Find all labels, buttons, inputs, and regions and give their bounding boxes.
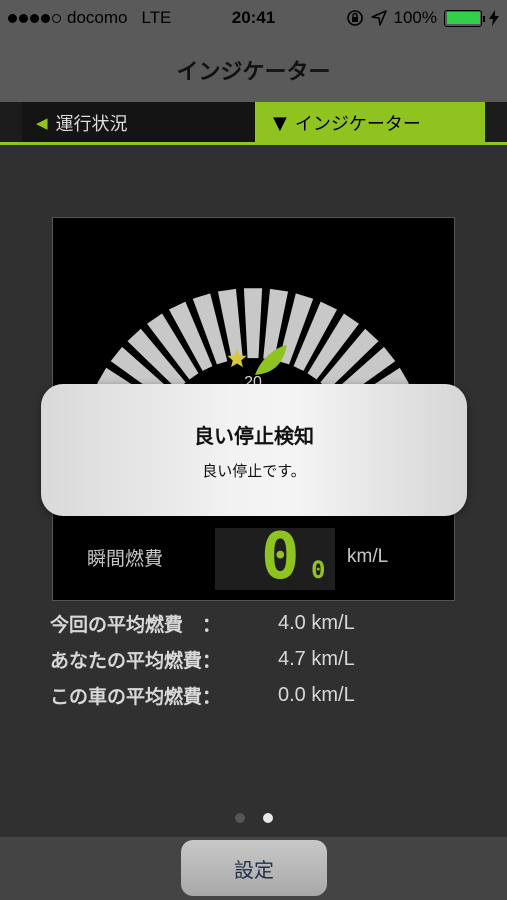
stat-label: 今回の平均燃費 ： [50,613,222,636]
down-arrow-icon: ▼ [273,112,287,134]
stat-row-trip: 今回の平均燃費 ： 4.0 km/L [50,605,470,641]
stat-row-vehicle: この車の平均燃費： 0.0 km/L [50,677,470,713]
instant-fuel-label: 瞬間燃費 [87,548,164,570]
alert-title: 良い停止検知 [194,424,314,448]
stat-value: 4.0 km/L [278,611,355,634]
page-title: インジケーター [176,60,331,85]
instant-fuel-decimal: 0 [311,556,326,584]
tab-bar: ◀ 運行状況 ▼ インジケーター [0,102,507,144]
tab-label: インジケーター [294,114,421,135]
stat-row-user: あなたの平均燃費： 4.7 km/L [50,641,470,677]
alert-dialog[interactable]: 良い停止検知 良い停止です。 [41,384,467,516]
bottom-toolbar: 設定 [0,837,507,900]
page-dot[interactable] [234,813,245,823]
stat-label: この車の平均燃費： [50,685,222,708]
tab-operation-status[interactable]: ◀ 運行状況 [22,102,255,144]
location-arrow-icon [370,10,387,26]
charging-bolt-icon [489,10,499,26]
stat-label: あなたの平均燃費： [50,649,222,672]
status-bar: docomo LTE 20:41 100% [0,0,507,38]
battery-level [446,12,480,24]
instant-fuel-integer: 0 [261,520,300,594]
stat-value: 0.0 km/L [278,683,355,706]
settings-button[interactable]: 設定 [181,840,327,896]
instant-fuel-display: 0 0 [215,522,335,592]
left-arrow-icon: ◀ [36,114,48,132]
alert-message: 良い停止です。 [202,462,306,480]
tab-label: 運行状況 [55,114,128,135]
instant-fuel-unit: km/L [347,546,389,567]
gauge-segment [243,288,263,359]
rotation-lock-icon [346,10,363,26]
status-right: 100% [346,8,499,28]
page-indicator[interactable] [0,813,507,823]
battery-percent: 100% [393,8,437,27]
tab-indicator[interactable]: ▼ インジケーター [255,102,485,144]
page-dot-active[interactable] [262,813,273,823]
nav-bar: インジケーター [0,38,507,102]
stat-value: 4.7 km/L [278,647,355,670]
average-fuel-stats: 今回の平均燃費 ： 4.0 km/L あなたの平均燃費： 4.7 km/L この… [50,605,470,713]
battery-icon [444,9,485,27]
